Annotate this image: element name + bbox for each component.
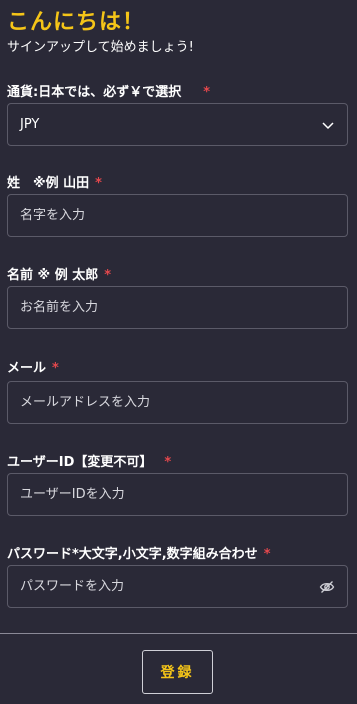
email-input[interactable] bbox=[20, 395, 335, 410]
email-required-mark: * bbox=[52, 361, 59, 376]
chevron-down-icon bbox=[322, 121, 334, 129]
first-name-input[interactable] bbox=[20, 300, 335, 315]
last-name-required-mark: * bbox=[95, 176, 102, 191]
user-id-label: ユーザーID【変更不可】 * bbox=[7, 451, 171, 470]
user-id-field bbox=[7, 473, 348, 516]
password-label: パスワード*大文字,小文字,数字組み合わせ * bbox=[7, 543, 271, 562]
user-id-label-text: ユーザーID【変更不可】 bbox=[7, 455, 153, 470]
greeting-subtitle: サインアップして始めましょう! bbox=[7, 40, 194, 55]
last-name-field bbox=[7, 194, 348, 237]
footer-bar: 登録 bbox=[0, 633, 357, 704]
password-label-text: パスワード*大文字,小文字,数字組み合わせ bbox=[7, 547, 258, 562]
currency-selected-value: JPY bbox=[20, 117, 40, 132]
first-name-field bbox=[7, 286, 348, 329]
register-button[interactable]: 登録 bbox=[142, 650, 213, 694]
last-name-label: 姓 ※例 山田 * bbox=[7, 172, 102, 191]
password-field bbox=[7, 565, 348, 608]
signup-page: こんにちは！ サインアップして始めましょう! 通貨:日本では、必ず￥で選択 * J… bbox=[0, 0, 357, 704]
user-id-required-mark: * bbox=[164, 455, 172, 470]
currency-label: 通貨:日本では、必ず￥で選択 * bbox=[7, 81, 210, 100]
email-field bbox=[7, 381, 348, 424]
email-label-text: メール bbox=[7, 361, 47, 376]
first-name-label-text: 名前 ※ 例 太郎 bbox=[7, 268, 99, 283]
currency-label-text: 通貨:日本では、必ず￥で選択 bbox=[7, 85, 182, 100]
last-name-label-text: 姓 ※例 山田 bbox=[7, 176, 90, 191]
first-name-required-mark: * bbox=[104, 268, 112, 283]
user-id-input[interactable] bbox=[20, 487, 335, 502]
password-input[interactable] bbox=[20, 579, 319, 594]
email-label: メール * bbox=[7, 357, 59, 376]
first-name-label: 名前 ※ 例 太郎 * bbox=[7, 264, 111, 283]
last-name-input[interactable] bbox=[20, 208, 335, 223]
currency-select[interactable]: JPY bbox=[7, 103, 348, 146]
currency-required-mark: * bbox=[203, 85, 211, 100]
password-required-mark: * bbox=[263, 547, 271, 562]
eye-off-icon[interactable] bbox=[319, 579, 335, 595]
greeting-title: こんにちは！ bbox=[7, 10, 146, 35]
